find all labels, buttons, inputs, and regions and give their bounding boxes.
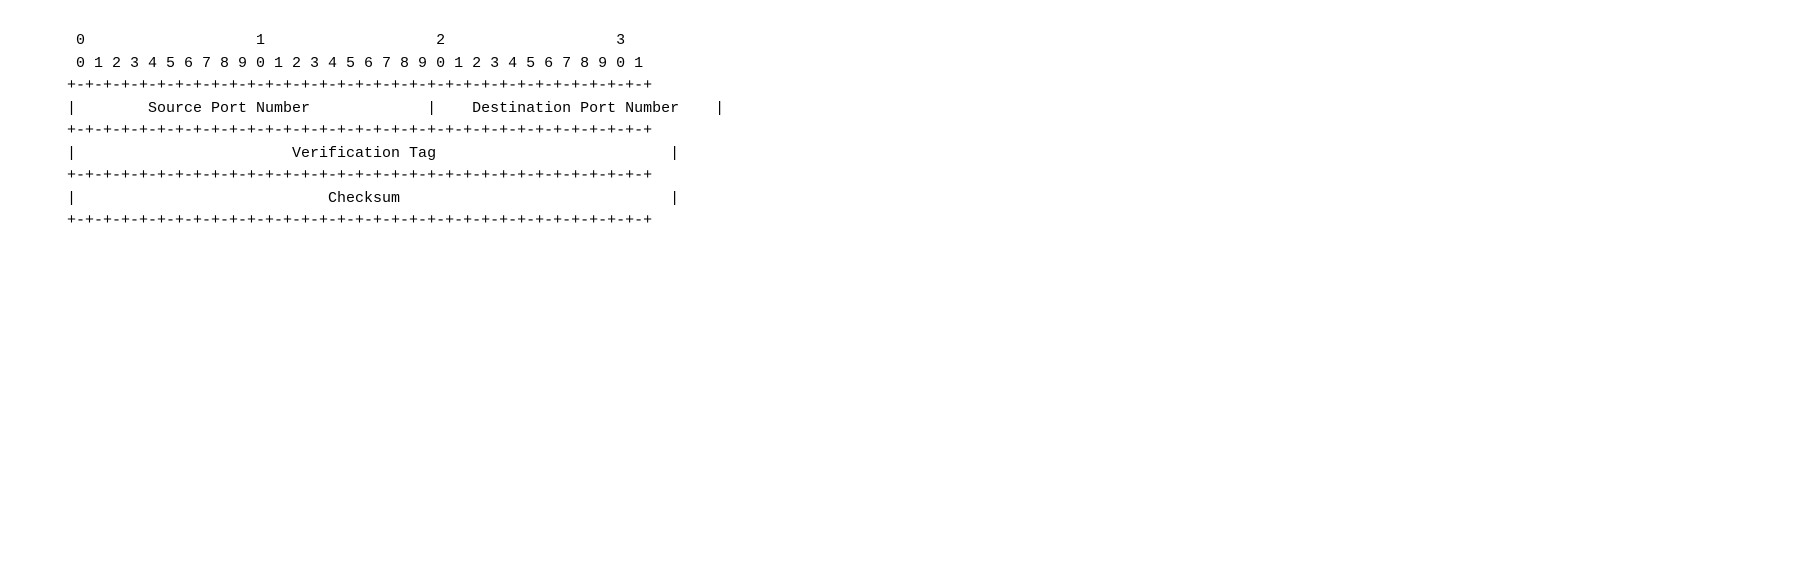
row-verification: | Verification Tag |	[40, 145, 679, 162]
row-source-dest: | Source Port Number | Destination Port …	[40, 100, 724, 117]
packet-diagram: 0 1 2 3 0 1 2 3 4 5 6 7 8 9 0 1 2 3 4 5 …	[40, 30, 724, 233]
border-3: +-+-+-+-+-+-+-+-+-+-+-+-+-+-+-+-+-+-+-+-…	[40, 167, 652, 184]
row-checksum: | Checksum |	[40, 190, 679, 207]
border-top: +-+-+-+-+-+-+-+-+-+-+-+-+-+-+-+-+-+-+-+-…	[40, 77, 652, 94]
border-bottom: +-+-+-+-+-+-+-+-+-+-+-+-+-+-+-+-+-+-+-+-…	[40, 212, 652, 229]
bit-numbers-row2: 0 1 2 3 4 5 6 7 8 9 0 1 2 3 4 5 6 7 8 9 …	[40, 55, 643, 72]
bit-numbers-row1: 0 1 2 3	[40, 32, 625, 49]
border-2: +-+-+-+-+-+-+-+-+-+-+-+-+-+-+-+-+-+-+-+-…	[40, 122, 652, 139]
